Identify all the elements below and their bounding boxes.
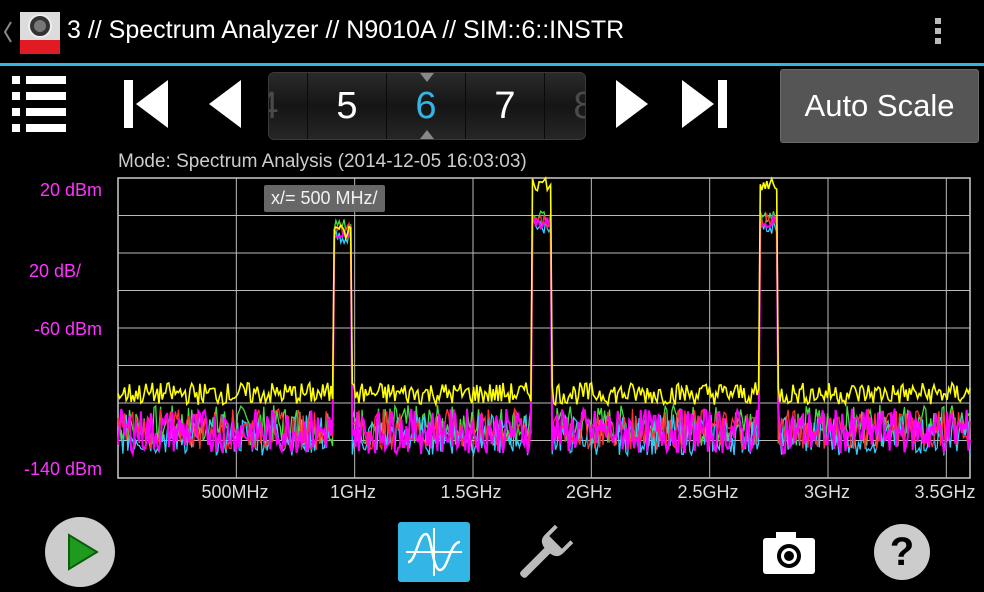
plot-traces bbox=[117, 176, 971, 458]
x-tick-label: 500MHz bbox=[201, 482, 269, 502]
x-tick-label: 3GHz bbox=[803, 482, 851, 502]
settings-button[interactable] bbox=[512, 520, 578, 586]
x-tick-label: 1.5GHz bbox=[440, 482, 502, 502]
trace-line bbox=[117, 209, 971, 448]
trace-icon bbox=[406, 528, 462, 576]
help-button[interactable]: ? bbox=[874, 524, 930, 580]
screenshot-button[interactable] bbox=[760, 528, 818, 578]
x-tick-label: 2GHz bbox=[565, 482, 613, 502]
y-div-label: 20 dB/ bbox=[29, 261, 82, 281]
x-div-label: x/= 500 MHz/ bbox=[264, 185, 385, 212]
y-top-label: 20 dBm bbox=[40, 180, 103, 200]
play-button[interactable] bbox=[45, 517, 115, 587]
camera-icon bbox=[763, 532, 815, 574]
y-bottom-label: -140 dBm bbox=[24, 459, 103, 479]
play-icon bbox=[68, 533, 99, 571]
x-tick-label: 1GHz bbox=[329, 482, 377, 502]
x-tick-label: 3.5GHz bbox=[914, 482, 976, 502]
trace-view-button[interactable] bbox=[398, 522, 470, 582]
y-mid-label: -60 dBm bbox=[34, 319, 103, 339]
x-tick-label: 2.5GHz bbox=[677, 482, 739, 502]
wrench-icon bbox=[520, 524, 574, 578]
trace-line-magenta bbox=[117, 213, 971, 458]
spectrum-plot[interactable] bbox=[0, 0, 984, 592]
help-icon: ? bbox=[889, 530, 915, 574]
